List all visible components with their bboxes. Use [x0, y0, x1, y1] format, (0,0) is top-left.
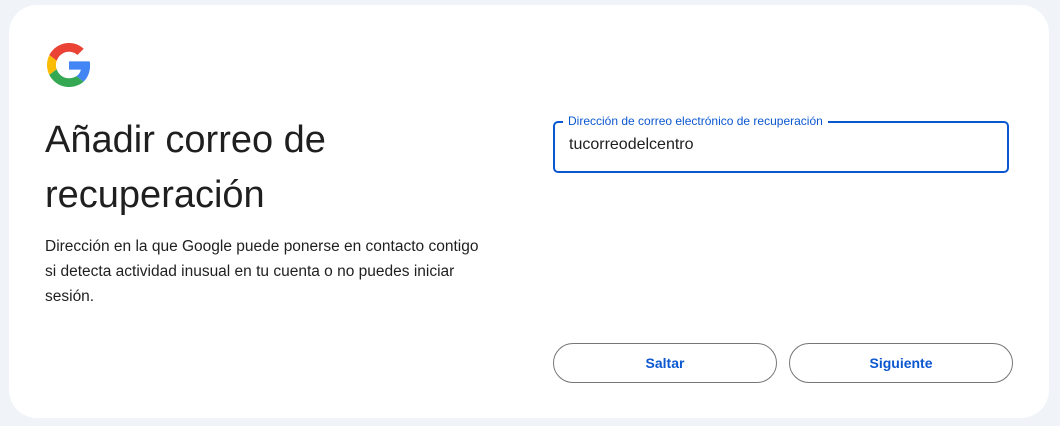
- next-button[interactable]: Siguiente: [789, 343, 1013, 383]
- description-line-2: si detecta actividad inusual en tu cuent…: [45, 263, 455, 280]
- recovery-email-card: Añadir correo de recuperación Dirección …: [9, 5, 1049, 418]
- skip-button[interactable]: Saltar: [553, 343, 777, 383]
- google-logo-icon: [47, 43, 91, 87]
- description-line-1: Dirección en la que Google puede ponerse…: [45, 238, 479, 255]
- recovery-email-input[interactable]: [569, 136, 989, 154]
- description-line-3: sesión.: [45, 288, 95, 305]
- recovery-email-field[interactable]: Dirección de correo electrónico de recup…: [553, 114, 1009, 173]
- page-title: Añadir correo de recuperación: [45, 113, 465, 223]
- title-line-2: recuperación: [45, 174, 265, 216]
- recovery-email-label: Dirección de correo electrónico de recup…: [563, 114, 828, 128]
- title-line-1: Añadir correo de: [45, 119, 326, 161]
- page-description: Dirección en la que Google puede ponerse…: [45, 234, 515, 309]
